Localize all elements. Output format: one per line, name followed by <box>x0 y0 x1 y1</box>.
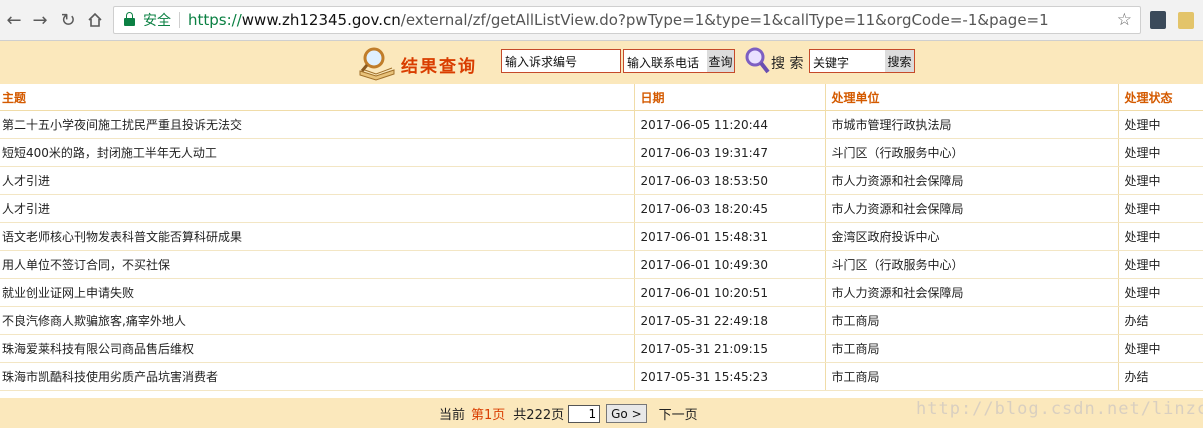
header-department: 处理单位 <box>824 84 1118 111</box>
cell-status: 处理中 <box>1117 334 1203 363</box>
url-scheme: https:// <box>188 11 242 29</box>
table-row[interactable]: 短短400米的路，封闭施工半年无人动工 2017-06-03 19:31:47 斗门… <box>0 138 1203 167</box>
back-icon[interactable]: ← <box>3 9 25 31</box>
table-row[interactable]: 不良汽修商人欺骗旅客,痛宰外地人 2017-05-31 22:49:18 市工商局办… <box>0 306 1203 335</box>
total-pages: 共222页 <box>513 408 565 423</box>
bookmark-star-icon[interactable]: ☆ <box>1117 10 1132 30</box>
cell-subject[interactable]: 就业创业证网上申请失败 <box>0 278 634 307</box>
page-title: 结果查询 <box>401 57 477 77</box>
cell-department: 市工商局 <box>824 306 1118 335</box>
cell-status: 处理中 <box>1117 250 1203 279</box>
cell-status: 处理中 <box>1117 166 1203 195</box>
forward-icon[interactable]: → <box>29 9 51 31</box>
next-page-link[interactable]: 下一页 <box>659 404 698 423</box>
table-row[interactable]: 珠海爱莱科技有限公司商品售后维权 2017-05-31 21:09:15 市工商局处… <box>0 334 1203 363</box>
cell-status: 处理中 <box>1117 222 1203 251</box>
cell-status: 办结 <box>1117 362 1203 391</box>
cell-status: 处理中 <box>1117 278 1203 307</box>
complaint-number-input[interactable] <box>501 49 621 73</box>
cell-department: 斗门区（行政服务中心） <box>824 138 1118 167</box>
current-page: 第1页 <box>471 408 506 423</box>
phone-input[interactable]: 输入联系电话 <box>627 54 699 71</box>
go-button[interactable]: Go > <box>606 404 647 423</box>
home-icon[interactable] <box>84 9 106 31</box>
cell-status: 处理中 <box>1117 194 1203 223</box>
cell-subject[interactable]: 短短400米的路，封闭施工半年无人动工 <box>0 138 634 167</box>
results-table: 主题 日期 处理单位 处理状态 第二十五小学夜间施工扰民严重且投诉无法交 2017… <box>0 84 1203 391</box>
table-row[interactable]: 语文老师核心刊物发表科普文能否算科研成果 2017-06-01 15:48:31 金… <box>0 222 1203 251</box>
url-text[interactable]: https://www.zh12345.gov.cn/external/zf/g… <box>188 11 1049 29</box>
cell-date: 2017-06-03 18:53:50 <box>633 166 825 195</box>
cell-status: 办结 <box>1117 306 1203 335</box>
header-subject: 主题 <box>0 84 634 111</box>
table-row[interactable]: 第二十五小学夜间施工扰民严重且投诉无法交 2017-06-05 11:20:44 市… <box>0 110 1203 139</box>
cell-subject[interactable]: 不良汽修商人欺骗旅客,痛宰外地人 <box>0 306 634 335</box>
cell-date: 2017-06-01 10:49:30 <box>633 250 825 279</box>
cell-date: 2017-06-03 19:31:47 <box>633 138 825 167</box>
cell-subject[interactable]: 第二十五小学夜间施工扰民严重且投诉无法交 <box>0 110 634 139</box>
reload-icon[interactable]: ↻ <box>57 9 79 31</box>
header-status: 处理状态 <box>1117 84 1203 111</box>
url-path: /external/zf/getAllListView.do?pwType=1&… <box>400 11 1049 29</box>
cell-subject[interactable]: 珠海爱莱科技有限公司商品售后维权 <box>0 334 634 363</box>
cell-date: 2017-06-01 10:20:51 <box>633 278 825 307</box>
pagination: 当前 第1页 共222页 Go > 下一页 <box>439 404 698 423</box>
cell-subject[interactable]: 人才引进 <box>0 194 634 223</box>
cell-subject[interactable]: 用人单位不签订合同，不买社保 <box>0 250 634 279</box>
cell-date: 2017-05-31 22:49:18 <box>633 306 825 335</box>
search-button[interactable]: 搜索 <box>885 50 914 72</box>
page-number-input[interactable] <box>568 404 601 423</box>
cell-date: 2017-06-05 11:20:44 <box>633 110 825 139</box>
book-magnifier-icon <box>359 47 395 81</box>
table-row[interactable]: 用人单位不签订合同，不买社保 2017-06-01 10:49:30 斗门区（行政服… <box>0 250 1203 279</box>
search-label: 搜 索 <box>771 56 804 72</box>
cell-date: 2017-06-03 18:20:45 <box>633 194 825 223</box>
security-label: 安全 <box>143 13 171 29</box>
cell-department: 金湾区政府投诉中心 <box>824 222 1118 251</box>
cell-department: 斗门区（行政服务中心） <box>824 250 1118 279</box>
cell-department: 市工商局 <box>824 362 1118 391</box>
current-page-prefix: 当前 <box>439 408 466 423</box>
table-row[interactable]: 人才引进 2017-06-03 18:20:45 市人力资源和社会保障局 处理中 <box>0 194 1203 223</box>
lock-icon <box>124 12 135 26</box>
header-date: 日期 <box>633 84 825 111</box>
cell-date: 2017-05-31 15:45:23 <box>633 362 825 391</box>
extension-icon[interactable] <box>1150 11 1166 29</box>
cell-date: 2017-05-31 21:09:15 <box>633 334 825 363</box>
table-row[interactable]: 珠海市凯酷科技使用劣质产品坑害消费者 2017-05-31 15:45:23 市工商… <box>0 362 1203 391</box>
cell-subject[interactable]: 语文老师核心刊物发表科普文能否算科研成果 <box>0 222 634 251</box>
cell-department: 市人力资源和社会保障局 <box>824 194 1118 223</box>
cell-department: 市城市管理行政执法局 <box>824 110 1118 139</box>
keyword-input[interactable]: 关键字 <box>813 54 849 71</box>
cell-department: 市人力资源和社会保障局 <box>824 278 1118 307</box>
search-icon <box>745 47 770 74</box>
watermark: http://blog.csdn.net/linzch3 <box>916 399 1203 419</box>
query-button[interactable]: 查询 <box>707 50 734 72</box>
cell-department: 市工商局 <box>824 334 1118 363</box>
cell-subject[interactable]: 人才引进 <box>0 166 634 195</box>
cell-department: 市人力资源和社会保障局 <box>824 166 1118 195</box>
divider <box>179 12 180 28</box>
url-host: www.zh12345.gov.cn <box>241 11 401 29</box>
browser-toolbar: ← → ↻ 安全 https://www.zh12345.gov.cn/exte… <box>0 0 1203 41</box>
cell-status: 处理中 <box>1117 110 1203 139</box>
table-header-row: 主题 日期 处理单位 处理状态 <box>0 84 1203 111</box>
cell-subject[interactable]: 珠海市凯酷科技使用劣质产品坑害消费者 <box>0 362 634 391</box>
extension-icon[interactable] <box>1178 12 1194 29</box>
cell-date: 2017-06-01 15:48:31 <box>633 222 825 251</box>
table-row[interactable]: 人才引进 2017-06-03 18:53:50 市人力资源和社会保障局 处理中 <box>0 166 1203 195</box>
cell-status: 处理中 <box>1117 138 1203 167</box>
address-bar[interactable]: 安全 https://www.zh12345.gov.cn/external/z… <box>113 6 1141 34</box>
table-row[interactable]: 就业创业证网上申请失败 2017-06-01 10:20:51 市人力资源和社会保障… <box>0 278 1203 307</box>
